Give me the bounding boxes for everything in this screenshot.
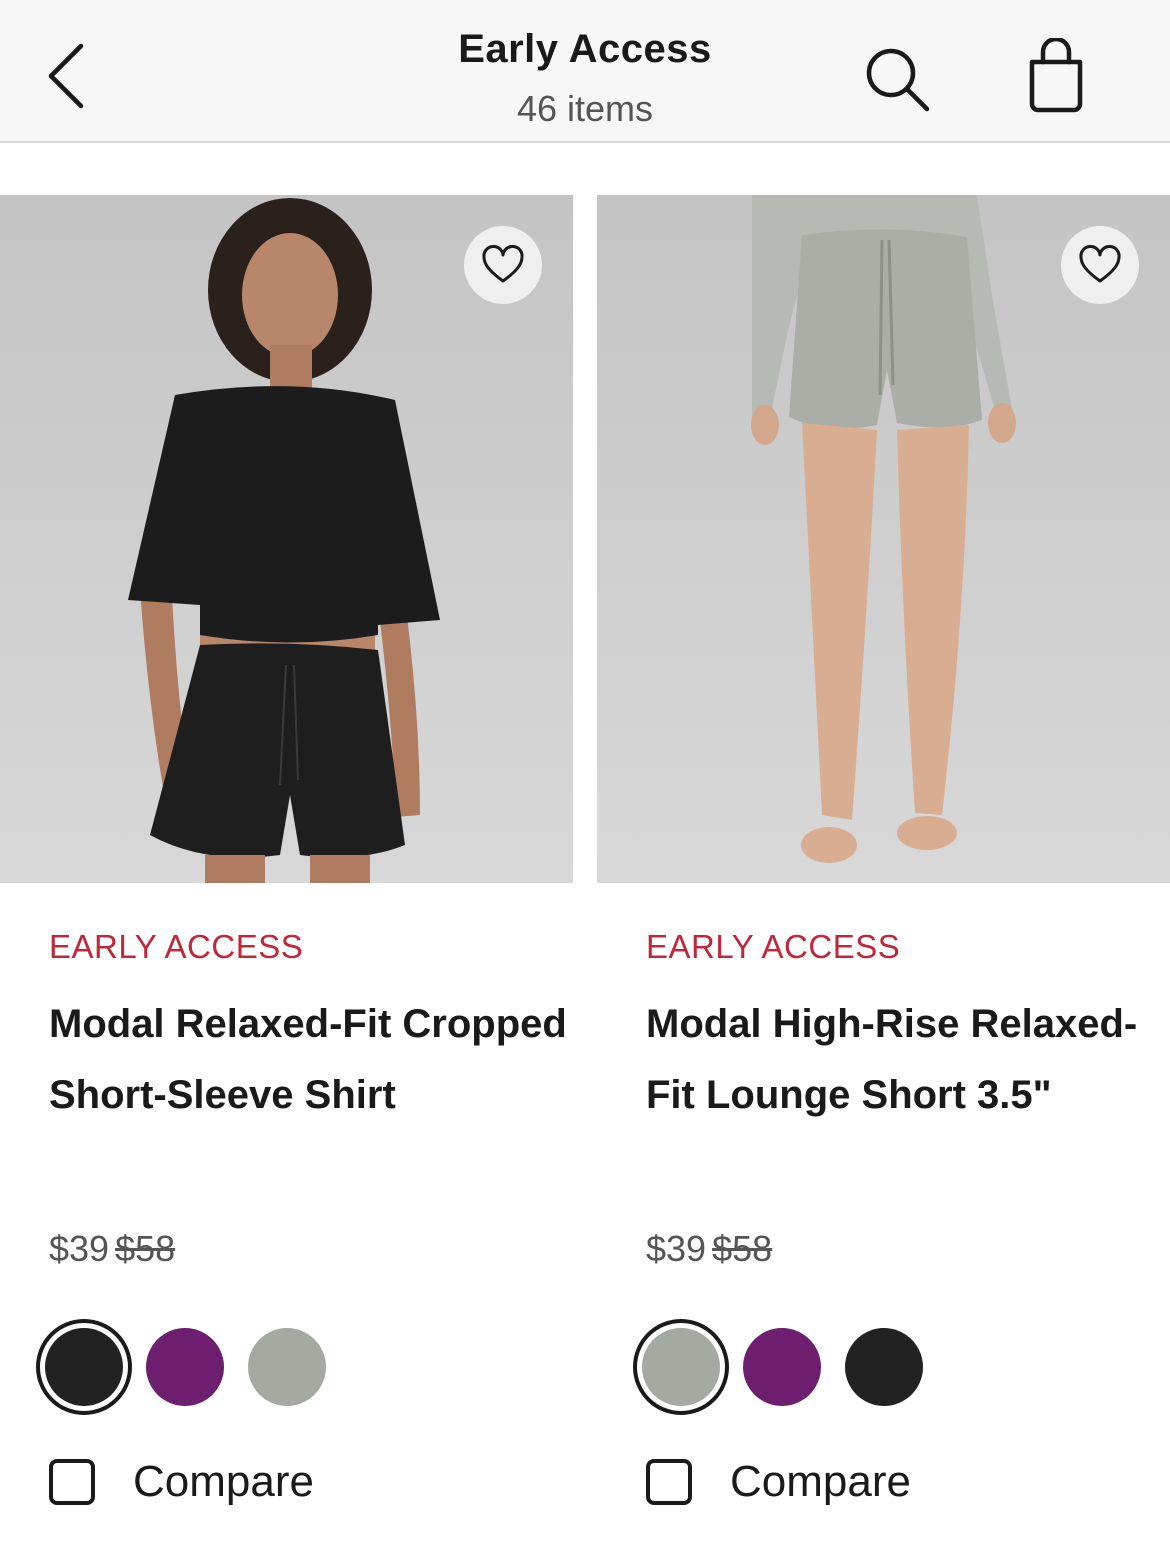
swatch-purple[interactable] [743, 1328, 821, 1406]
compare-checkbox[interactable] [646, 1459, 692, 1505]
price-block: $39 $58 [49, 1228, 175, 1270]
heart-icon [482, 245, 524, 283]
sale-price: $39 [49, 1228, 110, 1269]
color-swatches [633, 1319, 947, 1415]
wishlist-button[interactable] [464, 226, 542, 304]
shopping-bag-button[interactable] [1018, 34, 1094, 118]
compare-label: Compare [133, 1457, 314, 1506]
early-access-badge: EARLY ACCESS [646, 928, 901, 965]
product-card[interactable]: EARLY ACCESS Modal High-Rise Relaxed-Fit… [597, 195, 1170, 1506]
heart-icon [1079, 245, 1121, 283]
item-count: 46 items [516, 88, 654, 129]
swatch-black[interactable] [845, 1328, 923, 1406]
page-title: Early Access [458, 27, 712, 71]
back-button[interactable] [30, 38, 100, 114]
compare-toggle[interactable]: Compare [49, 1457, 314, 1507]
shopping-bag-icon [1029, 38, 1083, 113]
title-block: Early Access 46 items [335, 24, 835, 132]
wishlist-button[interactable] [1061, 226, 1139, 304]
product-image[interactable] [0, 195, 573, 883]
top-nav-bar: Early Access 46 items [0, 0, 1170, 143]
swatch-sage[interactable] [248, 1328, 326, 1406]
price-block: $39 $58 [646, 1228, 772, 1270]
compare-toggle[interactable]: Compare [646, 1457, 911, 1507]
product-name[interactable]: Modal Relaxed-Fit Cropped Short-Sleeve S… [49, 989, 569, 1131]
search-icon [866, 48, 930, 112]
swatch-purple[interactable] [146, 1328, 224, 1406]
color-swatches [36, 1319, 350, 1415]
product-image[interactable] [597, 195, 1170, 883]
compare-checkbox[interactable] [49, 1459, 95, 1505]
product-name[interactable]: Modal High-Rise Relaxed-Fit Lounge Short… [646, 989, 1166, 1131]
product-info: EARLY ACCESS Modal Relaxed-Fit Cropped S… [0, 927, 573, 1131]
early-access-badge: EARLY ACCESS [49, 928, 304, 965]
compare-label: Compare [730, 1457, 911, 1506]
product-info: EARLY ACCESS Modal High-Rise Relaxed-Fit… [597, 927, 1170, 1131]
sale-price: $39 [646, 1228, 707, 1269]
search-button[interactable] [856, 38, 936, 118]
swatch-black[interactable] [36, 1319, 132, 1415]
swatch-sage[interactable] [633, 1319, 729, 1415]
chevron-left-icon [48, 43, 84, 109]
product-card[interactable]: EARLY ACCESS Modal Relaxed-Fit Cropped S… [0, 195, 573, 1506]
original-price: $58 [712, 1228, 773, 1269]
original-price: $58 [115, 1228, 176, 1269]
